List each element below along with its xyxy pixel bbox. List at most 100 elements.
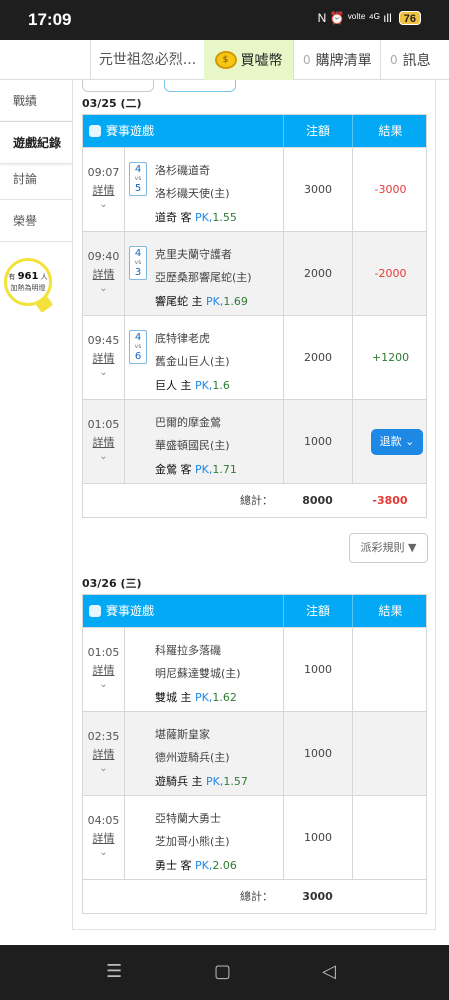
total-bet: 3000 [302,890,333,903]
total-result: -3800 [372,494,408,507]
profile-title-tab[interactable]: 元世祖忽必烈... [90,40,204,80]
game-time: 09:45 [87,334,120,347]
pick-line: 勇士 客 PK,2.06 [155,857,237,873]
game-time: 09:07 [87,166,120,179]
team-away: 堪薩斯皇家 [155,728,210,741]
purchase-count: 0 [303,53,311,67]
detail-link[interactable]: 詳情 [83,830,124,846]
home-icon[interactable]: ▢ [214,961,231,982]
chevron-down-icon[interactable]: ⌄ [83,367,124,378]
purchase-list-label: 購牌清單 [315,53,372,69]
status-icons: N ⏰ ᵛᵒˡᵗᵉ ⁴ᴳ ıll 76 [318,11,421,25]
chevron-down-icon[interactable]: ⌄ [83,679,124,690]
header-bet: 注額 [283,595,352,627]
pick-line: 響尾蛇 主 PK,1.69 [155,293,248,309]
pick-team: 金鶯 [155,463,177,476]
chevron-down-icon[interactable]: ⌄ [83,847,124,858]
bet-amount: 3000 [283,148,352,231]
table-row: 01:05 詳情 ⌄ 巴爾的摩金鶯 華盛頓國民(主) 金鶯 客 PK,1.71 10… [83,399,426,483]
coin-icon: $ [214,51,237,69]
pick-odds: 1.57 [223,775,248,788]
pick-line: 金鶯 客 PK,1.71 [155,461,237,477]
pick-odds: 2.06 [212,859,237,872]
sidebar-item-honor[interactable]: 榮譽 [0,200,72,242]
chevron-down-icon[interactable]: ⌄ [83,451,124,462]
pick-side: 主 [180,379,192,392]
game-time-cell: 09:07 詳情 ⌄ [83,148,125,231]
header-game-label: 賽事遊戲 [106,124,155,138]
detail-link[interactable]: 詳情 [83,746,124,762]
total-label: 總計： [240,494,273,507]
game-time-cell: 02:35 詳情 ⌄ [83,712,125,795]
tab-purchase-list[interactable]: 0 購牌清單 [293,40,380,80]
back-icon[interactable]: ◁ [322,961,336,982]
chevron-down-icon[interactable]: ⌄ [83,283,124,294]
pick-line: 巨人 主 PK,1.6 [155,377,230,393]
header-result: 結果 [352,595,428,627]
team-home: 華盛頓國民(主) [155,439,230,452]
table-header: 賽事遊戲 注額 結果 [83,115,426,147]
chevron-down-icon[interactable]: ⌄ [83,763,124,774]
pick-line: 道奇 客 PK,1.55 [155,209,237,225]
game-time: 01:05 [87,646,120,659]
total-label: 總計： [240,890,273,903]
bulb-count: 961 [17,271,39,282]
payout-rules-button[interactable]: 派彩規則 ▼ [349,533,428,563]
pick-line: 雙城 主 PK,1.62 [155,689,237,705]
filter-pill-1[interactable] [82,80,154,92]
date-label-1: 03/25 (二) [82,97,142,110]
score-box: 4 vs 5 [129,162,147,196]
table-row: 09:07 詳情 ⌄ 4 vs 5 洛杉磯道奇 洛杉磯天使(主) 道奇 客 PK,1.5… [83,147,426,231]
menu-icon[interactable]: ☰ [106,961,122,982]
game-cell: 4 vs 3 克里夫蘭守護者 亞歷桑那響尾蛇(主) 響尾蛇 主 PK,1.69 [125,232,283,315]
status-bar: 17:09 N ⏰ ᵛᵒˡᵗᵉ ⁴ᴳ ıll 76 [0,0,449,40]
game-time: 01:05 [87,418,120,431]
team-home: 明尼蘇達雙城(主) [155,667,241,680]
battery-icon: 76 [398,11,421,25]
detail-link[interactable]: 詳情 [83,434,124,450]
result-value: -3000 [352,148,428,231]
result-value [352,712,428,795]
pick-team: 響尾蛇 [155,295,188,308]
game-time-cell: 09:45 詳情 ⌄ [83,316,125,399]
pick-team: 雙城 [155,691,177,704]
result-value: -2000 [352,232,428,315]
detail-link[interactable]: 詳情 [83,182,124,198]
pick-side: 客 [180,463,192,476]
sidebar-item-discussion[interactable]: 討論 [0,158,72,200]
pick-type: PK, [195,211,213,224]
game-table-1: 賽事遊戲 注額 結果 09:07 詳情 ⌄ 4 vs 5 洛杉磯道奇 洛杉磯天使(主) … [82,114,427,518]
game-cell: 亞特蘭大勇士 芝加哥小熊(主) 勇士 客 PK,2.06 [125,796,283,879]
sidebar: 戰績 遊戲紀錄 討論 榮譽 有 961 人 加熱為明燈 [0,80,72,940]
detail-link[interactable]: 詳情 [83,350,124,366]
detail-link[interactable]: 詳情 [83,662,124,678]
score-home: 3 [134,267,142,278]
pick-team: 勇士 [155,859,177,872]
pick-side: 主 [191,775,203,788]
system-nav-bar: ☰ ▢ ◁ [0,945,449,1000]
refund-button[interactable]: 退款 ⌄ [371,429,423,455]
filter-pill-2[interactable] [164,80,236,92]
buy-coin-button[interactable]: $ 買嘘幣 [204,40,293,80]
sidebar-item-record[interactable]: 戰績 [0,80,72,122]
game-time-cell: 01:05 詳情 ⌄ [83,628,125,711]
pick-odds: 1.55 [212,211,237,224]
chevron-down-icon[interactable]: ⌄ [83,199,124,210]
total-bet: 8000 [302,494,333,507]
table-row: 09:40 詳情 ⌄ 4 vs 3 克里夫蘭守護者 亞歷桑那響尾蛇(主) 響尾蛇 主 P… [83,231,426,315]
pick-type: PK, [206,295,224,308]
chevron-down-icon: ⌄ [405,435,415,448]
team-away: 科羅拉多落磯 [155,644,221,657]
date-label-2: 03/26 (三) [82,577,142,590]
total-row: 總計： 3000 [83,879,426,913]
pick-team: 巨人 [155,379,177,392]
score-away: 4 [134,332,142,343]
tab-messages[interactable]: 0 訊息 [380,40,449,80]
detail-link[interactable]: 詳情 [83,266,124,282]
refund-label: 退款 [379,435,402,448]
result-value: +1200 [352,316,428,399]
table-row: 04:05 詳情 ⌄ 亞特蘭大勇士 芝加哥小熊(主) 勇士 客 PK,2.06 10… [83,795,426,879]
top-nav: 元世祖忽必烈... $ 買嘘幣 0 購牌清單 0 訊息 [0,40,449,80]
status-time: 17:09 [28,10,72,29]
score-box: 4 vs 6 [129,330,147,364]
